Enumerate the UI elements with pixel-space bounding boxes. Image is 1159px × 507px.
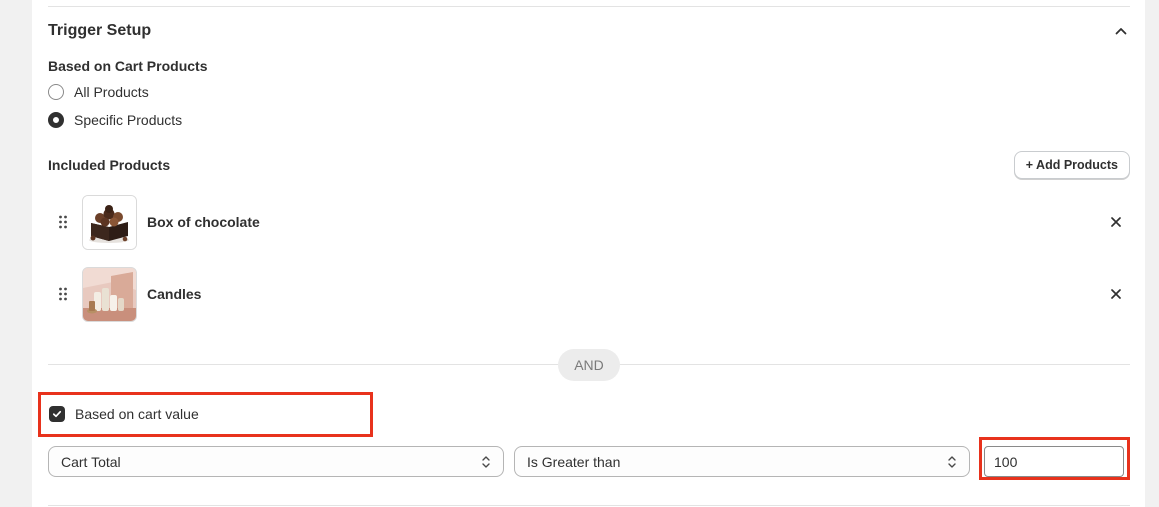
chocolate-box-thumbnail — [82, 194, 137, 250]
cart-value-checkbox-row[interactable]: Based on cart value — [49, 406, 199, 422]
bottom-divider — [48, 505, 1130, 506]
cart-field-select[interactable]: Cart Total — [48, 446, 504, 477]
operator-select-value: Is Greater than — [527, 453, 621, 470]
top-divider — [48, 6, 1130, 7]
cart-products-label: Based on Cart Products — [48, 58, 208, 74]
radio-specific-products[interactable]: Specific Products — [48, 112, 182, 128]
radio-button-checked[interactable] — [48, 112, 64, 128]
operator-select[interactable]: Is Greater than — [514, 446, 970, 477]
candles-thumbnail — [82, 266, 137, 322]
cart-field-select-value: Cart Total — [61, 453, 121, 470]
radio-all-products[interactable]: All Products — [48, 84, 149, 100]
select-chevron-icon — [481, 455, 491, 469]
cart-value-amount-input[interactable] — [984, 446, 1124, 477]
included-products-label: Included Products — [48, 157, 171, 173]
checkbox-checked-icon[interactable] — [49, 406, 65, 422]
product-row: Box of chocolate — [48, 194, 1130, 250]
product-row: Candles — [48, 266, 1130, 322]
section-title: Trigger Setup — [48, 22, 152, 39]
remove-product-close-icon[interactable] — [1108, 286, 1124, 302]
drag-handle-icon[interactable] — [56, 215, 70, 229]
product-name: Box of chocolate — [147, 214, 260, 230]
remove-product-close-icon[interactable] — [1108, 214, 1124, 230]
trigger-setup-card: Trigger Setup Based on Cart Products All… — [32, 0, 1145, 507]
add-products-button[interactable]: + Add Products — [1013, 151, 1130, 179]
radio-label-all-products: All Products — [74, 84, 149, 100]
and-separator-badge: AND — [558, 349, 620, 381]
cart-value-checkbox-label: Based on cart value — [75, 406, 199, 422]
drag-handle-icon[interactable] — [56, 287, 70, 301]
radio-label-specific-products: Specific Products — [74, 112, 183, 128]
collapse-chevron-up-icon[interactable] — [1112, 22, 1130, 40]
select-chevron-icon — [947, 455, 957, 469]
product-name: Candles — [147, 286, 202, 302]
radio-button-unchecked[interactable] — [48, 84, 64, 100]
